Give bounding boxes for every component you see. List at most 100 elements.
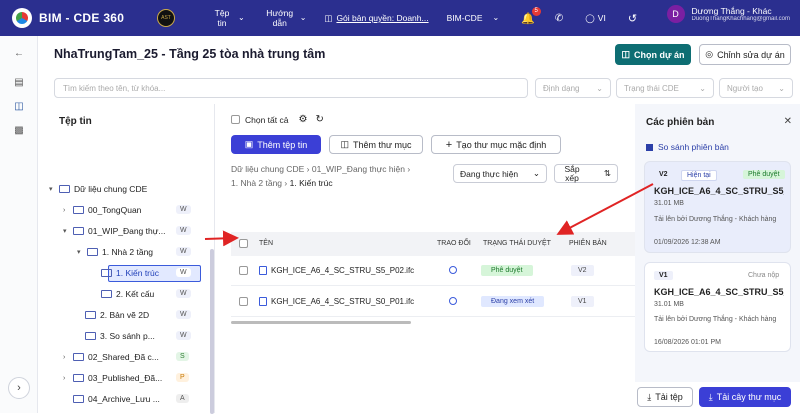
nav-guide[interactable]: Hướng dẫn ⌄ <box>265 8 306 28</box>
nav-files[interactable]: Tệp tin ⌄ <box>211 8 245 28</box>
file-icon <box>259 297 267 306</box>
folder-icon <box>73 395 84 403</box>
module-label: BIM-CDE <box>446 13 483 23</box>
tree-title: Tệp tin <box>59 116 92 127</box>
version-uploader: Tải lên bởi Dương Thắng - Khách hàng <box>654 216 777 223</box>
header-checkbox[interactable] <box>239 239 248 248</box>
state-select-label: Đang thực hiện <box>460 168 519 179</box>
notification-button[interactable]: 🔔 5 <box>521 6 541 25</box>
file-name[interactable]: KGH_ICE_A6_4_SC_STRU_S5_P02.ifc <box>259 266 414 275</box>
edit-project-button[interactable]: ◎ Chỉnh sửa dự án <box>699 44 791 65</box>
version-card[interactable]: V2 Hiện tại Phê duyệt KGH_ICE_A6_4_SC_ST… <box>644 161 791 253</box>
select-all-checkbox[interactable] <box>231 115 240 124</box>
license-link[interactable]: ◫ Gói bản quyền: Doanh... <box>324 13 428 24</box>
tree-item[interactable]: › 03_Published_Đã... <box>63 370 162 386</box>
chevron-down-icon: ▾ <box>63 228 67 235</box>
download-folder-button[interactable]: ⤓ Tải cây thư mục <box>699 387 791 407</box>
sort-button[interactable]: Sắp xếp ⇅ <box>554 164 618 183</box>
tree-item[interactable]: 2. Kết cấu <box>101 286 154 302</box>
app-logo[interactable]: BIM - CDE 360 <box>12 8 127 28</box>
user-menu[interactable]: D Dương Thắng - Khác DuongThangKhachhang… <box>666 5 790 23</box>
tree-scrollbar[interactable] <box>210 249 214 414</box>
download-icon: ⤓ <box>647 391 652 402</box>
version-file-name: KGH_ICE_A6_4_SC_STRU_S5_... <box>654 287 784 297</box>
version-badge[interactable]: V2 <box>571 265 594 276</box>
tree-item-label: 1. Kiến trúc <box>116 268 159 278</box>
table-row[interactable]: KGH_ICE_A6_4_SC_STRU_S0_P01.ifc Đang xem… <box>231 287 635 317</box>
row-checkbox[interactable] <box>239 266 248 275</box>
tree-item[interactable]: ▾ 1. Nhà 2 tầng <box>77 244 153 260</box>
select-all[interactable]: Chọn tất cả ⚙ ↻ <box>231 114 324 125</box>
globe-icon: ◯ <box>585 13 595 23</box>
folder-icon <box>101 269 112 277</box>
version-size: 31.01 MB <box>654 301 684 308</box>
breadcrumb-item[interactable]: 1. Nhà 2 tầng <box>231 178 282 188</box>
compare-label: So sánh phiên bản <box>658 142 729 152</box>
tree-item[interactable]: 04_Archive_Lưu ... <box>73 391 160 407</box>
state-select[interactable]: Đang thực hiện ⌄ <box>453 164 547 183</box>
cde-tag: W <box>176 205 191 214</box>
tree-item[interactable]: 3. So sánh p... <box>85 328 155 344</box>
cde-tag: S <box>176 352 189 361</box>
breadcrumb-item[interactable]: Dữ liệu chung CDE <box>231 164 304 174</box>
tree-item[interactable]: › 02_Shared_Đã c... <box>63 349 159 365</box>
file-name-label: KGH_ICE_A6_4_SC_STRU_S5_P02.ifc <box>271 266 415 275</box>
version-badge[interactable]: V1 <box>571 296 594 307</box>
add-folder-button[interactable]: ◫ Thêm thư mục <box>329 135 423 154</box>
folder-icon <box>73 353 84 361</box>
tree-item-selected[interactable]: 1. Kiến trúc <box>101 265 159 281</box>
folder-icon <box>59 185 70 193</box>
settings-icon[interactable]: ⚙ <box>298 114 307 125</box>
tree-item[interactable]: ▾ 01_WIP_Đang thự... <box>63 223 166 239</box>
cde-tag: W <box>176 226 191 235</box>
tree-item-label: 04_Archive_Lưu ... <box>88 394 160 404</box>
version-file-name: KGH_ICE_A6_4_SC_STRU_S5_... <box>654 186 784 196</box>
breadcrumb-separator: › <box>407 164 411 174</box>
tree-item-label: 1. Nhà 2 tầng <box>102 247 154 257</box>
tree-item[interactable]: › 00_TongQuan <box>63 202 141 218</box>
chevron-right-icon: › <box>17 382 21 394</box>
choose-project-button[interactable]: ◫ Chọn dự án <box>615 44 691 65</box>
back-arrow-icon[interactable]: ← <box>0 48 38 59</box>
add-file-button[interactable]: ▣ Thêm tệp tin <box>231 135 321 154</box>
chat-icon[interactable] <box>449 297 457 305</box>
format-filter[interactable]: Định dạng ⌄ <box>535 78 611 98</box>
versions-title: Các phiên bản <box>646 117 715 128</box>
cde-tag: W <box>176 289 191 298</box>
chevron-down-icon: ⌄ <box>699 84 706 93</box>
history-icon[interactable]: ↺ <box>628 12 637 25</box>
database-icon[interactable]: ◫ <box>0 101 38 112</box>
company-logo: AST <box>157 9 175 27</box>
expand-button[interactable]: › <box>8 377 30 399</box>
create-default-folder-button[interactable]: + Tạo thư mục mặc định <box>431 135 561 154</box>
version-time: 01/09/2026 12:38 AM <box>654 239 721 246</box>
chevron-down-icon: ⌄ <box>778 84 785 93</box>
tree-item[interactable]: 2. Bản vẽ 2D <box>85 307 149 323</box>
tree-item-label: 01_WIP_Đang thự... <box>88 226 166 236</box>
table-scrollbar[interactable] <box>231 321 411 324</box>
table-row[interactable]: KGH_ICE_A6_4_SC_STRU_S5_P02.ifc Phê duyệ… <box>231 256 635 286</box>
create-default-label: Tạo thư mục mặc định <box>456 139 547 150</box>
compare-versions-link[interactable]: So sánh phiên bản <box>646 142 729 152</box>
refresh-icon[interactable]: ↻ <box>315 114 323 125</box>
creator-filter[interactable]: Người tạo ⌄ <box>719 78 793 98</box>
language-select[interactable]: ◯ VI <box>585 13 606 23</box>
chat-icon[interactable] <box>449 266 457 274</box>
tree-item[interactable]: ▾ Dữ liệu chung CDE <box>49 181 147 197</box>
folder-icon <box>73 227 84 235</box>
download-file-button[interactable]: ⤓ Tải tệp <box>637 387 693 407</box>
document-icon[interactable]: ▤ <box>0 77 38 88</box>
phone-icon[interactable]: ✆ <box>555 13 563 24</box>
cde-filter[interactable]: Trạng thái CDE ⌄ <box>616 78 714 98</box>
gallery-icon[interactable]: ▩ <box>0 125 38 136</box>
close-icon[interactable]: ✕ <box>784 116 792 127</box>
breadcrumb-item[interactable]: 01_WIP_Đang thực hiện <box>312 164 405 174</box>
left-rail: ← ▤ ◫ ▩ › <box>0 36 38 413</box>
version-card[interactable]: V1 Chưa nộp KGH_ICE_A6_4_SC_STRU_S5_... … <box>644 262 791 352</box>
chevron-down-icon: ⌄ <box>492 13 500 22</box>
file-name[interactable]: KGH_ICE_A6_4_SC_STRU_S0_P01.ifc <box>259 297 414 306</box>
row-checkbox[interactable] <box>239 297 248 306</box>
add-folder-label: Thêm thư mục <box>352 139 412 150</box>
search-input[interactable]: Tìm kiếm theo tên, từ khóa... <box>54 78 528 98</box>
module-select[interactable]: BIM-CDE ⌄ <box>447 13 500 23</box>
